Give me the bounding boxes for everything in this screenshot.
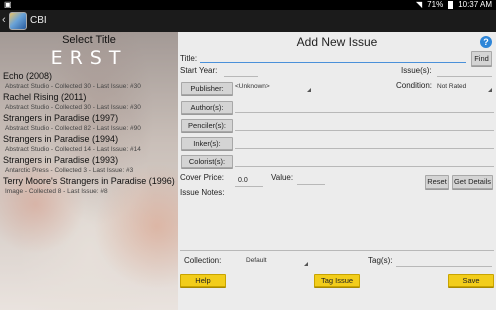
issue-notes-label: Issue Notes: xyxy=(180,188,225,197)
issues-input[interactable] xyxy=(437,76,492,77)
title-list-item[interactable]: Terry Moore's Strangers in Paradise (199… xyxy=(3,176,177,197)
title-name: Echo (2008) xyxy=(3,71,53,81)
cover-price-underline xyxy=(235,186,263,187)
collection-label: Collection: xyxy=(184,256,222,265)
title-name: Strangers in Paradise (1993) xyxy=(3,155,119,165)
authors-button[interactable]: Author(s): xyxy=(181,101,233,114)
form-heading: Add New Issue xyxy=(296,35,378,49)
status-bar: ▣ ◥ 71% 10:37 AM xyxy=(0,0,496,10)
title-list: Echo (2008) Abstract Studio - Collected … xyxy=(3,71,177,197)
condition-label: Condition: xyxy=(396,81,433,90)
find-button[interactable]: Find xyxy=(471,51,492,66)
reset-button[interactable]: Reset xyxy=(425,175,449,189)
title-label: Title: xyxy=(180,54,198,63)
title-detail: Abstract Studio - Collected 82 - Last Is… xyxy=(5,125,141,132)
app-logo-icon[interactable] xyxy=(9,12,27,30)
cover-logo-letters: ERST xyxy=(50,47,128,69)
get-details-button[interactable]: Get Details xyxy=(452,175,493,189)
value-input[interactable] xyxy=(297,184,325,185)
condition-select[interactable]: Not Rated xyxy=(437,83,492,93)
cover-price-input[interactable]: 0.0 xyxy=(238,177,248,184)
publisher-button[interactable]: Publisher: xyxy=(181,82,233,95)
colorists-input[interactable] xyxy=(235,166,494,167)
help-button[interactable]: Help xyxy=(180,274,226,287)
title-list-item[interactable]: Strangers in Paradise (1993) Antarctic P… xyxy=(3,155,177,176)
save-button[interactable]: Save xyxy=(448,274,494,287)
battery-icon xyxy=(448,1,454,9)
title-name: Terry Moore's Strangers in Paradise (199… xyxy=(3,176,175,186)
dropdown-caret-icon xyxy=(304,262,308,266)
title-list-item[interactable]: Echo (2008) Abstract Studio - Collected … xyxy=(3,71,177,92)
inkers-button[interactable]: Inker(s): xyxy=(181,137,233,150)
condition-value: Not Rated xyxy=(437,83,467,90)
tags-input[interactable] xyxy=(396,266,492,267)
cover-price-label: Cover Price: xyxy=(180,173,225,182)
back-icon[interactable]: ‹ xyxy=(2,14,6,26)
dropdown-caret-icon xyxy=(307,88,311,92)
start-year-input[interactable] xyxy=(224,76,258,77)
start-year-label: Start Year: xyxy=(180,66,218,75)
tag-issue-button[interactable]: Tag Issue xyxy=(314,274,360,287)
pencilers-input[interactable] xyxy=(235,130,494,131)
wifi-icon: ◥ xyxy=(416,0,423,9)
value-label: Value: xyxy=(271,173,294,182)
title-detail: Abstract Studio - Collected 14 - Last Is… xyxy=(5,146,141,153)
title-detail: Abstract Studio - Collected 30 - Last Is… xyxy=(5,104,141,111)
publisher-select[interactable]: <Unknown> xyxy=(235,83,311,93)
status-bar-right: ◥ 71% 10:37 AM xyxy=(416,0,492,10)
help-icon[interactable]: ? xyxy=(480,36,492,48)
select-title-heading: Select Title xyxy=(62,34,116,46)
title-list-item[interactable]: Rachel Rising (2011) Abstract Studio - C… xyxy=(3,92,177,113)
app-title: CBI xyxy=(30,15,47,26)
add-issue-form: Add New Issue ? Title: Find Start Year: … xyxy=(178,32,496,310)
title-input[interactable] xyxy=(200,62,466,63)
issue-notes-input[interactable] xyxy=(180,250,494,251)
action-bar: ‹ CBI xyxy=(0,10,496,32)
battery-level: 71% xyxy=(427,0,444,9)
collection-value: Default xyxy=(246,257,267,264)
title-list-item[interactable]: Strangers in Paradise (1997) Abstract St… xyxy=(3,113,177,134)
clock: 10:37 AM xyxy=(458,0,492,9)
title-name: Strangers in Paradise (1994) xyxy=(3,134,119,144)
status-bar-left: ▣ xyxy=(4,0,12,10)
title-list-panel: Select Title ERST Echo (2008) Abstract S… xyxy=(0,32,178,310)
colorists-button[interactable]: Colorist(s): xyxy=(181,155,233,168)
authors-input[interactable] xyxy=(235,112,494,113)
tags-label: Tag(s): xyxy=(368,256,393,265)
inkers-input[interactable] xyxy=(235,148,494,149)
notification-icon: ▣ xyxy=(4,0,12,9)
collection-select[interactable]: Default xyxy=(246,257,308,267)
issues-label: Issue(s): xyxy=(401,66,432,75)
dropdown-caret-icon xyxy=(488,88,492,92)
title-name: Strangers in Paradise (1997) xyxy=(3,113,119,123)
title-detail: Abstract Studio - Collected 30 - Last Is… xyxy=(5,83,141,90)
title-name: Rachel Rising (2011) xyxy=(3,92,87,102)
publisher-value: <Unknown> xyxy=(235,83,270,90)
title-detail: Antarctic Press - Collected 3 - Last Iss… xyxy=(5,167,134,174)
pencilers-button[interactable]: Penciler(s): xyxy=(181,119,233,132)
title-list-item[interactable]: Strangers in Paradise (1994) Abstract St… xyxy=(3,134,177,155)
title-detail: Image - Collected 8 - Last Issue: #8 xyxy=(5,188,108,195)
